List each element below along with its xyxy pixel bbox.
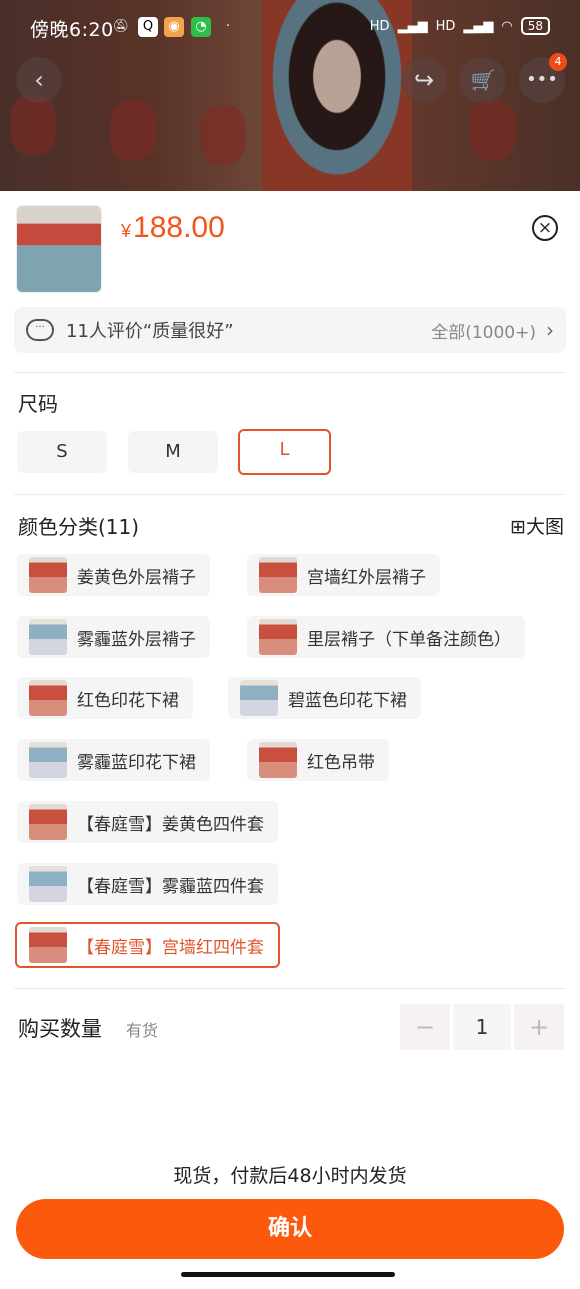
big-image-label: 大图 <box>525 516 564 538</box>
color-option-label: 红色印花下裙 <box>77 690 179 711</box>
color-option[interactable]: 红色印花下裙 <box>17 677 193 719</box>
share-icon: ↪ <box>413 66 435 94</box>
divider <box>14 372 566 373</box>
color-option-selected[interactable]: 【春庭雪】宫墙红四件套 <box>15 922 280 968</box>
sku-selector-sheet: ¥188.00 × ··· 11人评价“质量很好” 全部(1000+) › 尺码… <box>0 191 580 1289</box>
quantity-value[interactable]: 1 <box>453 1004 511 1050</box>
color-option[interactable]: 姜黄色外层褙子 <box>17 554 210 596</box>
share-button[interactable]: ↪ <box>401 57 447 103</box>
size-option-m[interactable]: M <box>128 431 218 473</box>
review-text: 11人评价“质量很好” <box>66 321 234 342</box>
cart-badge: 4 <box>549 53 567 71</box>
color-option[interactable]: 雾霾蓝外层褙子 <box>17 616 210 658</box>
color-option[interactable]: 宫墙红外层褙子 <box>247 554 440 596</box>
signal-hd-icon: HD <box>369 18 390 34</box>
color-option-thumb <box>29 742 67 778</box>
color-option-thumb <box>29 804 67 840</box>
color-option-thumb <box>29 927 67 963</box>
battery-icon: 58 <box>520 17 550 35</box>
grid-icon: ⊞ <box>510 516 526 538</box>
color-option[interactable]: 【春庭雪】雾霾蓝四件套 <box>17 863 278 905</box>
color-option-thumb <box>29 866 67 902</box>
cart-button[interactable]: 🛒 <box>460 57 506 103</box>
review-summary[interactable]: ··· 11人评价“质量很好” 全部(1000+) › <box>14 307 566 353</box>
color-option-label: 【春庭雪】姜黄色四件套 <box>77 814 264 835</box>
shipping-note: 现货，付款后48小时内发货 <box>173 1165 407 1187</box>
product-price: ¥188.00 <box>121 211 225 245</box>
color-option-label: 雾霾蓝外层褙子 <box>77 629 196 650</box>
color-option-label: 雾霾蓝印花下裙 <box>77 752 196 773</box>
chevron-right-icon: › <box>546 318 554 342</box>
color-option-label: 姜黄色外层褙子 <box>77 567 196 588</box>
color-option-label: 【春庭雪】宫墙红四件套 <box>77 937 264 958</box>
stock-status: 有货 <box>126 1021 159 1040</box>
color-title: 颜色分类(11) <box>18 515 140 539</box>
color-option-thumb <box>29 557 67 593</box>
signal-bars-icon-2: ▂▄▆ <box>463 18 494 34</box>
review-all-link[interactable]: 全部(1000+) <box>431 318 536 343</box>
cart-icon: 🛒 <box>470 68 496 92</box>
more-icon: ••• <box>526 69 558 90</box>
confirm-button[interactable]: 确认 <box>16 1199 564 1259</box>
increase-button[interactable]: + <box>514 1004 564 1050</box>
signal-hd-icon-2: HD <box>435 18 456 34</box>
divider <box>14 494 566 495</box>
size-option-s[interactable]: S <box>17 431 107 473</box>
color-option-thumb <box>29 680 67 716</box>
signal-bars-icon: ▂▄▆ <box>397 18 428 34</box>
color-option-label: 碧蓝色印花下裙 <box>288 690 407 711</box>
close-button[interactable]: × <box>532 215 558 241</box>
currency-symbol: ¥ <box>121 221 132 241</box>
color-option-label: 红色吊带 <box>307 752 375 773</box>
back-button[interactable]: ‹ <box>16 57 62 103</box>
color-option-thumb <box>240 680 278 716</box>
dot-icon: · <box>225 19 231 34</box>
qq-icon: Q <box>138 17 158 37</box>
color-option-thumb <box>29 619 67 655</box>
color-option-label: 宫墙红外层褙子 <box>307 567 426 588</box>
color-option[interactable]: 碧蓝色印花下裙 <box>228 677 421 719</box>
quantity-label: 购买数量 <box>18 1017 102 1041</box>
color-option-label: 里层褙子（下单备注颜色） <box>307 629 511 650</box>
color-option-label: 【春庭雪】雾霾蓝四件套 <box>77 876 264 897</box>
decrease-button[interactable]: − <box>400 1004 450 1050</box>
chat-icon: ··· <box>26 319 54 341</box>
color-option[interactable]: 雾霾蓝印花下裙 <box>17 739 210 781</box>
mute-icon: 🔕︎ <box>112 19 130 34</box>
home-indicator[interactable] <box>181 1272 395 1277</box>
more-button[interactable]: ••• 4 <box>519 53 567 103</box>
color-option-thumb <box>259 742 297 778</box>
color-option-thumb <box>259 557 297 593</box>
wechat-icon: ◔ <box>191 17 211 37</box>
product-thumbnail[interactable] <box>16 205 102 293</box>
app-icon: ◉ <box>164 17 184 37</box>
color-option[interactable]: 【春庭雪】姜黄色四件套 <box>17 801 278 843</box>
big-image-toggle[interactable]: ⊞大图 <box>510 512 564 539</box>
quantity-stepper: − 1 + <box>400 1004 564 1050</box>
size-title: 尺码 <box>18 392 58 416</box>
status-time: 傍晚6:20 <box>30 19 114 41</box>
color-option[interactable]: 红色吊带 <box>247 739 389 781</box>
close-icon: × <box>537 218 553 238</box>
status-bar: 傍晚6:20 🔕︎ Q ◉ ◔ · HD ▂▄▆ HD ▂▄▆ ◠ 58 <box>0 0 580 56</box>
color-option[interactable]: 里层褙子（下单备注颜色） <box>247 616 525 658</box>
back-icon: ‹ <box>34 66 44 94</box>
wifi-icon: ◠ <box>501 18 513 34</box>
divider <box>14 988 566 989</box>
price-value: 188.00 <box>133 211 225 244</box>
color-option-thumb <box>259 619 297 655</box>
size-option-l[interactable]: L <box>238 429 331 475</box>
